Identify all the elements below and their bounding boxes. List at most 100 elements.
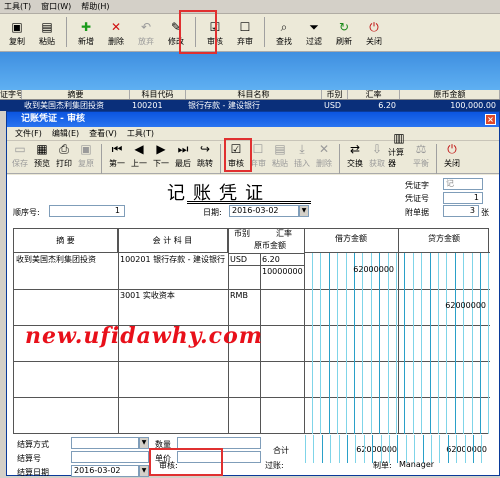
toolbar-label: 放弃 xyxy=(138,37,154,46)
entry-currency[interactable]: RMB xyxy=(228,291,260,313)
jump-icon: ↪ xyxy=(199,142,211,156)
insert-icon: ⤓ xyxy=(299,142,305,156)
menu-help[interactable]: 帮助(H) xyxy=(81,1,109,12)
fetch-icon: ⇩ xyxy=(371,142,383,156)
toolbar-button-18[interactable]: ⏻ 关闭 xyxy=(441,141,463,172)
voucher-list-row[interactable]: 收到美国杰利集团投资 100201 银行存款 - 建设银行 USD 6.20 1… xyxy=(0,100,500,111)
settle-date-dropdown-icon[interactable]: ▼ xyxy=(139,465,149,477)
menu-tools-voucher[interactable]: 工具(T) xyxy=(127,128,154,139)
toolbar-button-0[interactable]: ▭ 保存 xyxy=(9,141,31,172)
paste-icon: ▤ xyxy=(41,20,53,34)
highlight-audit-button xyxy=(224,138,252,172)
voucher-window: 记账凭证 - 审核 × 文件(F) 编辑(E) 查看(V) 工具(T) ▭ 保存 ▦… xyxy=(6,111,500,477)
toolbar-label: 删除 xyxy=(316,159,332,168)
toolbar-button-15[interactable]: ⇩ 获取 xyxy=(366,141,388,172)
main-menubar: 工具(T) 窗口(W) 帮助(H) xyxy=(0,0,500,14)
col-account-code: 科目代码 xyxy=(130,90,186,99)
toolbar-label: 保存 xyxy=(12,159,28,168)
hdr-account: 会 计 科 目 xyxy=(118,229,228,253)
toolbar-button-3[interactable]: ▣ 复原 xyxy=(75,141,97,172)
row-orig-amount: 100,000.00 xyxy=(450,101,496,110)
entry-account[interactable]: 3001 实收资本 xyxy=(118,291,228,313)
menu-edit[interactable]: 编辑(E) xyxy=(52,128,79,139)
toolbar-label: 平衡 xyxy=(413,159,429,168)
toolbar-label: 新增 xyxy=(78,37,94,46)
toolbar-label: 第一 xyxy=(109,159,125,168)
toolbar-button-11[interactable]: ⏻ 关闭 xyxy=(359,14,389,50)
hdr-rate: 汇率 xyxy=(276,229,292,238)
toolbar-button-4[interactable]: ⏮ 第一 xyxy=(106,141,128,172)
toolbar-label: 预览 xyxy=(34,159,50,168)
menu-view[interactable]: 查看(V) xyxy=(89,128,117,139)
voucher-menubar: 文件(F) 编辑(E) 查看(V) 工具(T) xyxy=(7,127,499,141)
filter-icon: ⏷ xyxy=(309,20,319,34)
toolbar-button-2[interactable]: ⎙ 打印 xyxy=(53,141,75,172)
toolbar-button-1[interactable]: ▦ 预览 xyxy=(31,141,53,172)
toolbar-button-5[interactable]: ◀ 上一 xyxy=(128,141,150,172)
attach-input[interactable]: 3 xyxy=(443,205,479,217)
settle-method-select[interactable] xyxy=(71,437,139,449)
toolbar-label: 获取 xyxy=(369,159,385,168)
seq-input[interactable]: 1 xyxy=(49,205,125,217)
copy-icon: ▣ xyxy=(11,20,23,34)
toolbar-button-2[interactable]: ✚ 新增 xyxy=(71,14,101,50)
row-currency: USD xyxy=(324,101,342,110)
menu-window[interactable]: 窗口(W) xyxy=(41,1,71,12)
entry-summary[interactable]: 收到美国杰利集团投资 xyxy=(14,255,118,277)
entry-credit[interactable] xyxy=(398,265,488,287)
toolbar-label: 粘贴 xyxy=(39,37,55,46)
toolbar-button-12[interactable]: ⤓ 插入 xyxy=(291,141,313,172)
window-close-icon[interactable]: × xyxy=(485,114,496,125)
toolbar-label: 过滤 xyxy=(306,37,322,46)
delete-icon: ✕ xyxy=(110,20,122,34)
toolbar-button-1[interactable]: ▤ 粘贴 xyxy=(32,14,62,50)
unaudit-icon: ☐ xyxy=(239,20,251,34)
entry-orig-amount[interactable] xyxy=(260,303,304,325)
toolbar-button-8[interactable]: ↪ 跳转 xyxy=(194,141,216,172)
toolbar-button-16[interactable]: ▥ 计算器 xyxy=(388,132,410,172)
entry-debit[interactable] xyxy=(304,301,396,323)
toolbar-button-8[interactable]: ⌕ 查找 xyxy=(269,14,299,50)
settle-no-input[interactable] xyxy=(71,451,149,463)
entry-summary[interactable] xyxy=(14,291,118,313)
toolbar-button-13[interactable]: ✕ 删除 xyxy=(313,141,335,172)
toolbar-button-10[interactable]: ↻ 刷新 xyxy=(329,14,359,50)
toolbar-button-6[interactable]: ▶ 下一 xyxy=(150,141,172,172)
menu-file[interactable]: 文件(F) xyxy=(15,128,42,139)
entry-credit[interactable]: 62000000 xyxy=(398,301,488,323)
attach-label: 附单据 xyxy=(405,208,429,217)
print-icon: ⎙ xyxy=(59,142,69,156)
toolbar-button-9[interactable]: ⏷ 过滤 xyxy=(299,14,329,50)
row-summary: 收到美国杰利集团投资 xyxy=(24,101,104,110)
toolbar-label: 复原 xyxy=(78,159,94,168)
entry-orig-amount[interactable]: 10000000 xyxy=(260,267,304,289)
toolbar-button-4[interactable]: ↶ 放弃 xyxy=(131,14,161,50)
maker-value: Manager xyxy=(399,460,435,469)
toolbar-button-14[interactable]: ⇄ 交换 xyxy=(344,141,366,172)
toolbar-button-11[interactable]: ▤ 粘贴 xyxy=(269,141,291,172)
voucher-type-select[interactable]: 记 xyxy=(443,178,483,190)
toolbar-button-7[interactable]: ☐ 弃审 xyxy=(230,14,260,50)
toolbar-button-7[interactable]: ⏭ 最后 xyxy=(172,141,194,172)
main-toolbar: ▣ 复制 ▤ 粘贴 ✚ 新增 ✕ 删除 ↶ 放弃 ✎ 修改 ☑ 审核 ☐ 弃审 ⌕ 查找 ⏷ 过滤 ↻ 刷新 ⏻ 关闭 xyxy=(0,14,500,52)
exchange-icon: ⇄ xyxy=(349,142,361,156)
toolbar-button-17[interactable]: ⚖ 平衡 xyxy=(410,141,432,172)
settle-date-input[interactable]: 2016-03-02 xyxy=(71,465,139,477)
settle-method-dropdown-icon[interactable]: ▼ xyxy=(139,437,149,449)
date-input[interactable]: 2016-03-02 xyxy=(229,205,299,217)
highlight-top-audit-button xyxy=(179,10,217,54)
maker-label: 制单: xyxy=(373,461,392,470)
voucher-no-input[interactable]: 1 xyxy=(443,192,483,204)
delete-icon: ✕ xyxy=(318,142,330,156)
toolbar-button-0[interactable]: ▣ 复制 xyxy=(2,14,32,50)
toolbar-label: 删除 xyxy=(108,37,124,46)
total-label: 合计 xyxy=(273,446,289,455)
date-dropdown-icon[interactable]: ▼ xyxy=(299,205,309,217)
undo-icon: ↶ xyxy=(140,20,152,34)
menu-tools[interactable]: 工具(T) xyxy=(4,1,31,12)
toolbar-button-3[interactable]: ✕ 删除 xyxy=(101,14,131,50)
entry-currency[interactable]: USD xyxy=(228,255,260,277)
entry-debit[interactable]: 62000000 xyxy=(304,265,396,287)
entry-account[interactable]: 100201 银行存款 - 建设银行 xyxy=(118,255,228,277)
toolbar-label: 交换 xyxy=(347,159,363,168)
